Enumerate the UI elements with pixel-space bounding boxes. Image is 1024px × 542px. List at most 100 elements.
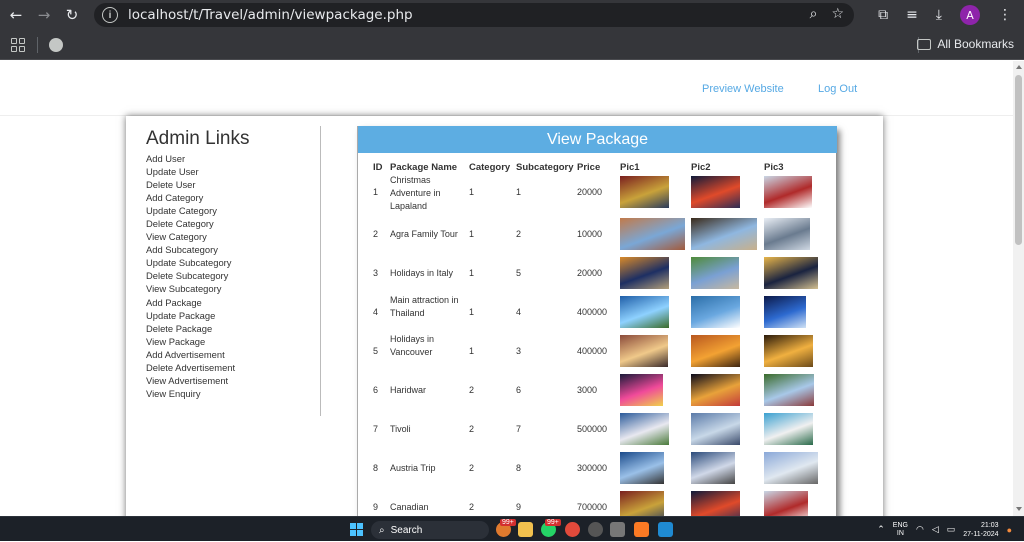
- cell-id: 4: [373, 307, 379, 317]
- admin-link[interactable]: Add Package: [146, 296, 235, 309]
- wifi-icon[interactable]: ◠: [916, 524, 924, 535]
- forward-icon[interactable]: →: [30, 0, 58, 30]
- cell-subcategory: 5: [516, 268, 522, 278]
- cell-id: 6: [373, 385, 379, 395]
- search-label: Search: [390, 524, 423, 536]
- admin-link[interactable]: Delete User: [146, 178, 235, 191]
- column-header: Pic1: [620, 162, 640, 173]
- globe-icon[interactable]: [49, 38, 63, 52]
- content-card: Admin Links Add User Update User Delete Us…: [126, 116, 883, 516]
- file-explorer-icon[interactable]: [518, 522, 533, 537]
- package-pic-2: [691, 491, 740, 516]
- package-pic-3: [764, 452, 818, 484]
- scroll-down-icon[interactable]: [1016, 507, 1022, 511]
- cell-category: 1: [469, 229, 475, 239]
- package-pic-1: [620, 452, 664, 484]
- cell-category: 2: [469, 463, 475, 473]
- chevron-up-icon[interactable]: ⌃: [877, 524, 885, 535]
- admin-link[interactable]: Delete Advertisement: [146, 361, 235, 374]
- cell-id: 3: [373, 268, 379, 278]
- notification-badge: 99+: [545, 519, 561, 526]
- cell-subcategory: 8: [516, 463, 522, 473]
- cell-subcategory: 3: [516, 346, 522, 356]
- admin-link[interactable]: View Category: [146, 230, 235, 243]
- page-viewport: Preview Website Log Out Admin Links Add …: [0, 61, 1013, 516]
- cell-price: 700000: [577, 502, 608, 512]
- package-pic-2: [691, 218, 757, 250]
- admin-link[interactable]: Update Subcategory: [146, 256, 235, 269]
- preview-website-link[interactable]: Preview Website: [702, 83, 784, 95]
- package-pic-1: [620, 374, 663, 406]
- column-header: Subcategory: [516, 162, 574, 173]
- page-scrollbar[interactable]: [1013, 61, 1024, 516]
- package-pic-3: [764, 176, 812, 208]
- media-control-icon[interactable]: ≡: [906, 7, 918, 23]
- cell-category: 1: [469, 307, 475, 317]
- volume-icon[interactable]: ◁: [932, 524, 939, 535]
- admin-link[interactable]: Add Subcategory: [146, 243, 235, 256]
- vscode-icon[interactable]: [658, 522, 673, 537]
- cell-id: 7: [373, 424, 379, 434]
- column-header: Category: [469, 162, 511, 173]
- admin-link[interactable]: Add User: [146, 152, 235, 165]
- admin-link[interactable]: View Subcategory: [146, 282, 235, 295]
- admin-link[interactable]: View Advertisement: [146, 374, 235, 387]
- cell-category: 1: [469, 187, 475, 197]
- admin-link[interactable]: Update Package: [146, 309, 235, 322]
- menu-icon[interactable]: ⋮: [998, 7, 1012, 23]
- package-pic-2: [691, 335, 740, 367]
- column-header: Price: [577, 162, 601, 173]
- admin-link[interactable]: Delete Category: [146, 217, 235, 230]
- admin-link[interactable]: View Package: [146, 335, 235, 348]
- admin-link[interactable]: Update User: [146, 165, 235, 178]
- package-pic-2: [691, 452, 735, 484]
- avatar[interactable]: A: [960, 5, 980, 25]
- apps-icon[interactable]: [11, 38, 25, 52]
- cell-price: 400000: [577, 346, 608, 356]
- admin-link[interactable]: View Enquiry: [146, 387, 235, 400]
- bookmark-star-icon[interactable]: ☆: [831, 6, 844, 22]
- package-pic-1: [620, 296, 669, 328]
- scroll-thumb[interactable]: [1015, 75, 1022, 245]
- admin-link[interactable]: Update Category: [146, 204, 235, 217]
- url-text[interactable]: localhost/t/Travel/admin/viewpackage.php: [128, 7, 413, 23]
- xampp-icon[interactable]: [634, 522, 649, 537]
- cell-category: 2: [469, 502, 475, 512]
- logout-link[interactable]: Log Out: [818, 83, 857, 95]
- cell-subcategory: 7: [516, 424, 522, 434]
- sidebar-title: Admin Links: [146, 128, 250, 149]
- all-bookmarks-label: All Bookmarks: [937, 37, 1014, 51]
- scroll-up-icon[interactable]: [1016, 65, 1022, 69]
- admin-link[interactable]: Add Category: [146, 191, 235, 204]
- address-bar[interactable]: i localhost/t/Travel/admin/viewpackage.p…: [94, 3, 854, 27]
- all-bookmarks-button[interactable]: All Bookmarks: [917, 37, 1014, 51]
- site-info-icon[interactable]: i: [102, 7, 118, 23]
- admin-link[interactable]: Delete Package: [146, 322, 235, 335]
- notification-bell-icon[interactable]: ●: [1007, 525, 1012, 535]
- back-icon[interactable]: ←: [2, 0, 30, 30]
- extensions-icon[interactable]: ⧉: [878, 7, 888, 23]
- cell-name: Agra Family Tour: [390, 229, 458, 239]
- zoom-icon[interactable]: ⌕: [810, 6, 818, 22]
- package-pic-3: [764, 413, 813, 445]
- battery-icon[interactable]: ▭: [947, 524, 956, 535]
- windows-start-icon[interactable]: [350, 523, 363, 536]
- search-icon: ⌕: [379, 524, 385, 536]
- package-pic-1: [620, 491, 664, 516]
- cell-id: 1: [373, 187, 379, 197]
- taskbar-search[interactable]: ⌕ Search: [371, 521, 489, 539]
- clock[interactable]: 21:03 27-11-2024: [963, 521, 998, 539]
- admin-link[interactable]: Add Advertisement: [146, 348, 235, 361]
- app-icon-2[interactable]: [610, 522, 625, 537]
- cell-id: 2: [373, 229, 379, 239]
- reload-icon[interactable]: ↻: [58, 0, 86, 30]
- divider: [37, 37, 38, 53]
- cell-category: 1: [469, 346, 475, 356]
- download-icon[interactable]: ⤓: [936, 7, 942, 23]
- settings-icon[interactable]: [588, 522, 603, 537]
- chrome-icon[interactable]: [565, 522, 580, 537]
- language-indicator[interactable]: ENG IN: [893, 522, 908, 538]
- cell-name: Tivoli: [390, 424, 411, 434]
- column-header: Pic2: [691, 162, 711, 173]
- admin-link[interactable]: Delete Subcategory: [146, 269, 235, 282]
